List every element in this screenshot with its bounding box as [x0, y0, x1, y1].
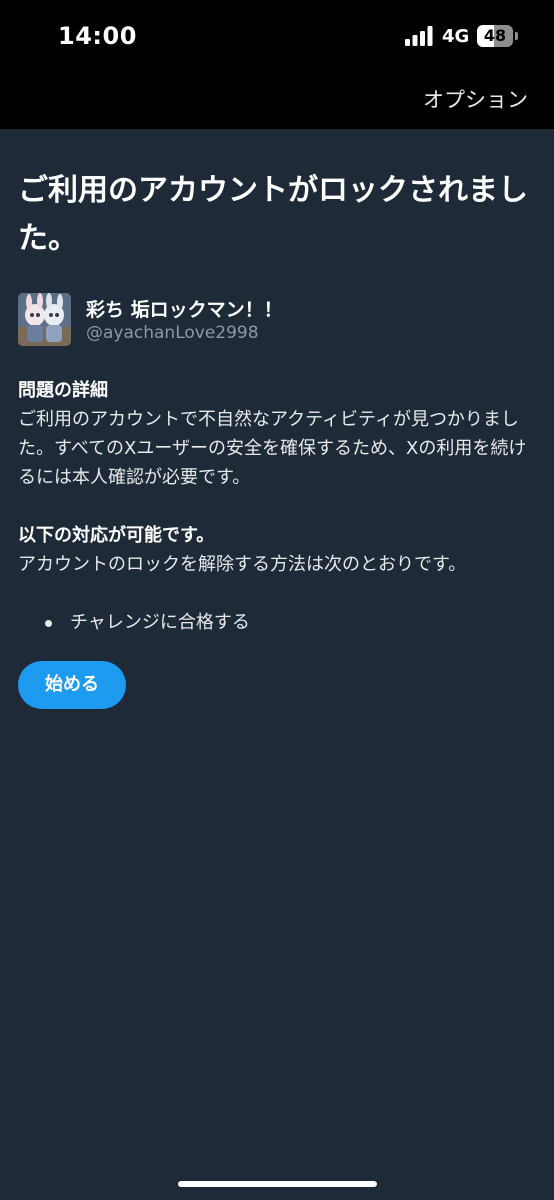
battery-tip — [515, 32, 518, 40]
options-button[interactable]: オプション — [423, 84, 528, 114]
start-button[interactable]: 始める — [18, 661, 126, 709]
actions-heading: 以下の対応が可能です。 — [18, 525, 215, 546]
avatar-image — [18, 293, 71, 346]
avatar — [18, 293, 71, 346]
battery-body: 48 — [477, 25, 513, 47]
list-item: チャレンジに合格する — [18, 609, 536, 637]
signal-bars-icon — [405, 26, 433, 46]
account-row: 彩ち 垢ロックマン！！ @ayachanLove2998 — [18, 293, 536, 349]
unlock-options-list: チャレンジに合格する — [18, 609, 536, 637]
page-title: ご利用のアカウントがロックされました。 — [18, 173, 528, 256]
network-type-label: 4G — [442, 26, 470, 47]
home-indicator[interactable] — [178, 1181, 377, 1187]
battery-icon: 48 — [477, 25, 519, 47]
battery-level-text: 48 — [483, 26, 507, 45]
main-content: ご利用のアカウントがロックされました。 彩ち 垢ロックマン！！ @ayachan… — [18, 129, 536, 709]
details-heading: 問題の詳細 — [18, 380, 108, 401]
header-bar: 14:00 4G 48 オプション — [0, 0, 554, 129]
app-screen: 14:00 4G 48 オプション ご利用のアカウントがロックされました。 彩ち… — [0, 0, 554, 1200]
bullet-icon — [45, 620, 52, 627]
status-time: 14:00 — [58, 22, 137, 50]
option-challenge-label: チャレンジに合格する — [70, 612, 250, 633]
display-name: 彩ち 垢ロックマン！！ — [86, 299, 283, 321]
account-handle: @ayachanLove2998 — [86, 323, 259, 343]
details-text: ご利用のアカウントで不自然なアクティビティが見つかりました。すべてのXユーザーの… — [18, 409, 527, 488]
actions-text: アカウントのロックを解除する方法は次のとおりです。 — [18, 554, 467, 575]
